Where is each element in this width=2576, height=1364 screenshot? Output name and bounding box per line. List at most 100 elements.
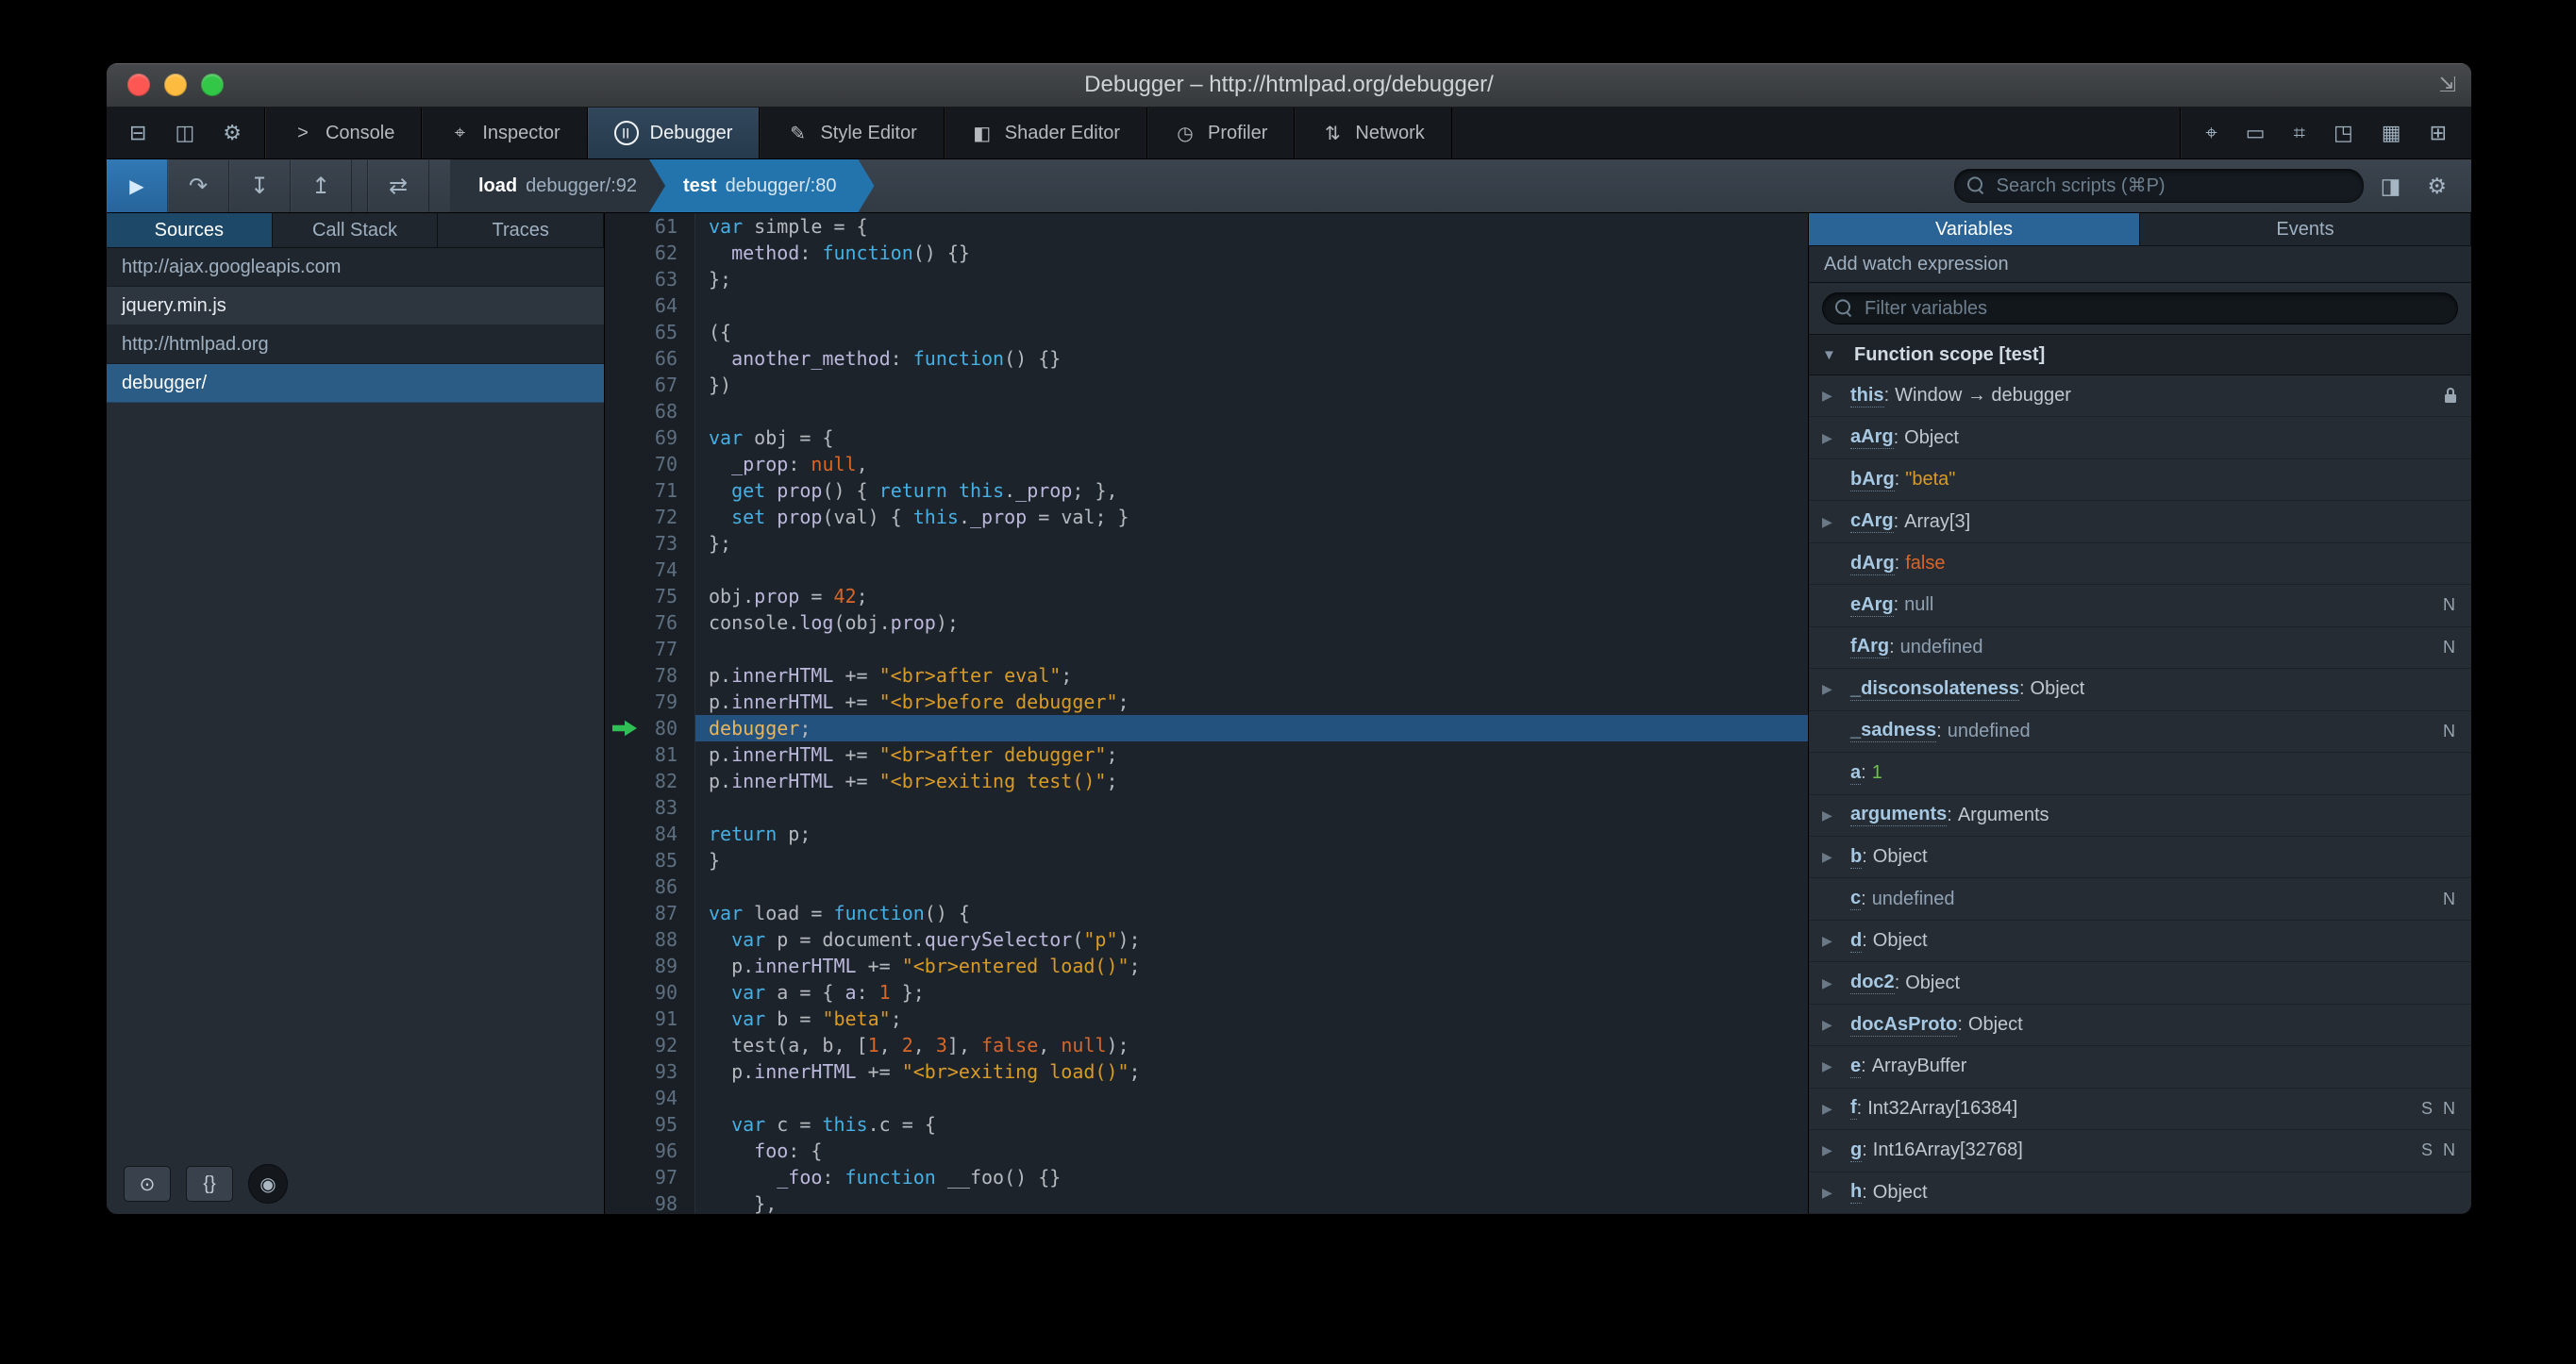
resume-button[interactable]: ▶ [107,159,168,212]
code-text[interactable]: foo: { [695,1138,1808,1164]
variable-row[interactable]: ▶ doc2: Object [1809,962,2471,1005]
expander-arrow-icon[interactable]: ▶ [1822,849,1850,865]
expand-panes-icon[interactable]: ◨ [2381,174,2401,199]
line-number[interactable]: 90 [605,979,695,1006]
variable-row[interactable]: ▶ e: ArrayBuffer [1809,1046,2471,1089]
dock-side-icon[interactable]: ◫ [175,121,194,145]
devtools-tab-shader-editor[interactable]: ◧ Shader Editor [945,108,1148,158]
variable-row[interactable]: ▶ _disconsolateness: Object [1809,669,2471,711]
code-text[interactable]: p.innerHTML += "<br>after eval"; [695,662,1808,689]
pretty-print-button[interactable]: {} [186,1166,233,1202]
source-item[interactable]: http://htmlpad.org [107,325,604,364]
step-over-button[interactable]: ↷ [168,159,229,212]
expander-arrow-icon[interactable]: ▶ [1822,430,1850,446]
variable-row[interactable]: ▶ docAsProto: Object [1809,1005,2471,1047]
stack-frame[interactable]: load debugger/:92 [450,159,666,212]
variable-row[interactable]: ▶ cArg: Array[3] [1809,501,2471,543]
code-text[interactable] [695,636,1808,662]
code-text[interactable]: var obj = { [695,424,1808,451]
line-number[interactable]: 61 [605,213,695,240]
collapse-arrow-icon[interactable]: ▼ [1822,347,1841,363]
line-number[interactable]: 85 [605,847,695,873]
settings-gear-icon[interactable]: ⚙ [223,121,242,145]
source-item[interactable]: http://ajax.googleapis.com [107,248,604,287]
devtools-tab-console[interactable]: > Console [265,108,423,158]
expander-arrow-icon[interactable]: ▶ [1822,514,1850,530]
expander-arrow-icon[interactable]: ▶ [1822,1017,1850,1033]
source-item[interactable]: debugger/ [107,364,604,403]
code-text[interactable]: var a = { a: 1 }; [695,979,1808,1006]
line-number[interactable]: 94 [605,1085,695,1111]
line-number[interactable]: 82 [605,768,695,794]
debugger-options-gear-icon[interactable]: ⚙ [2427,174,2447,199]
code-text[interactable]: set prop(val) { this._prop = val; } [695,504,1808,530]
code-text[interactable]: }; [695,530,1808,557]
code-text[interactable]: var p = document.querySelector("p"); [695,926,1808,953]
devtools-tab-inspector[interactable]: ⌖ Inspector [422,108,588,158]
dock-bottom-icon[interactable]: ⊟ [129,121,146,145]
scratchpad-icon[interactable]: ⌗ [2294,121,2305,145]
code-text[interactable] [695,292,1808,319]
expander-arrow-icon[interactable]: ▶ [1822,975,1850,991]
code-text[interactable]: var load = function() { [695,900,1808,926]
code-text[interactable]: }, [695,1190,1808,1214]
variable-row[interactable]: fArg: undefined N [1809,627,2471,670]
line-number[interactable]: 86 [605,873,695,900]
code-text[interactable]: var b = "beta"; [695,1006,1808,1032]
expander-arrow-icon[interactable]: ▶ [1822,1058,1850,1074]
source-editor[interactable]: 61 var simple = {62 method: function() {}… [605,213,1808,1214]
line-number[interactable]: 81 [605,741,695,768]
toggle-visibility-button[interactable]: ⊙ [124,1166,171,1202]
code-text[interactable]: p.innerHTML += "<br>after debugger"; [695,741,1808,768]
window-resize-icon[interactable]: ⇲ [2439,73,2456,97]
line-number[interactable]: 80 [605,715,695,741]
variable-row[interactable]: ▶ f: Int32Array[16384] S N [1809,1089,2471,1131]
line-number[interactable]: 68 [605,398,695,424]
code-text[interactable] [695,1085,1808,1111]
line-number[interactable]: 70 [605,451,695,477]
line-number[interactable]: 83 [605,794,695,821]
code-text[interactable]: }) [695,372,1808,398]
select-element-icon[interactable]: ⌖ [2205,121,2216,145]
code-text[interactable]: } [695,847,1808,873]
split-console-icon[interactable]: ▭ [2246,121,2266,145]
code-text[interactable] [695,794,1808,821]
line-number[interactable]: 84 [605,821,695,847]
variable-row[interactable]: c: undefined N [1809,878,2471,921]
variable-row[interactable]: ▶ h: Object [1809,1173,2471,1214]
app-grid-icon[interactable]: ⊞ [2430,121,2447,145]
toggle-pause-on-exceptions-button[interactable]: ⇄ [367,159,429,212]
variables-tab-variables[interactable]: Variables [1809,213,2140,245]
expander-arrow-icon[interactable]: ▶ [1822,933,1850,949]
code-text[interactable]: var c = this.c = { [695,1111,1808,1138]
devtools-tab-profiler[interactable]: ◷ Profiler [1147,108,1296,158]
step-out-button[interactable]: ↥ [291,159,352,212]
code-text[interactable]: var simple = { [695,213,1808,240]
variable-row[interactable]: ▶ aArg: Object [1809,417,2471,459]
code-text[interactable]: another_method: function() {} [695,345,1808,372]
filter-variables-input[interactable] [1822,292,2458,324]
line-number[interactable]: 62 [605,240,695,266]
line-number[interactable]: 66 [605,345,695,372]
code-text[interactable]: ({ [695,319,1808,345]
code-text[interactable]: method: function() {} [695,240,1808,266]
sources-tab-sources[interactable]: Sources [107,213,273,247]
variable-row[interactable]: ▶ this: Window → debugger [1809,375,2471,418]
code-text[interactable]: test(a, b, [1, 2, 3], false, null); [695,1032,1808,1058]
code-text[interactable]: get prop() { return this._prop; }, [695,477,1808,504]
variable-row[interactable]: ▶ arguments: Arguments [1809,795,2471,837]
devtools-tab-network[interactable]: ⇅ Network [1295,108,1452,158]
line-number[interactable]: 67 [605,372,695,398]
line-number[interactable]: 92 [605,1032,695,1058]
sources-tab-call-stack[interactable]: Call Stack [273,213,439,247]
line-number[interactable]: 69 [605,424,695,451]
code-text[interactable]: console.log(obj.prop); [695,609,1808,636]
code-text[interactable]: _foo: function __foo() {} [695,1164,1808,1190]
variable-row[interactable]: dArg: false [1809,543,2471,586]
blackbox-source-button[interactable]: ◉ [248,1164,288,1204]
stack-frame[interactable]: test debugger/:80 [649,159,874,212]
expander-arrow-icon[interactable]: ▶ [1822,1185,1850,1201]
variable-row[interactable]: ▶ d: Object [1809,921,2471,963]
expander-arrow-icon[interactable]: ▶ [1822,1142,1850,1158]
line-number[interactable]: 76 [605,609,695,636]
